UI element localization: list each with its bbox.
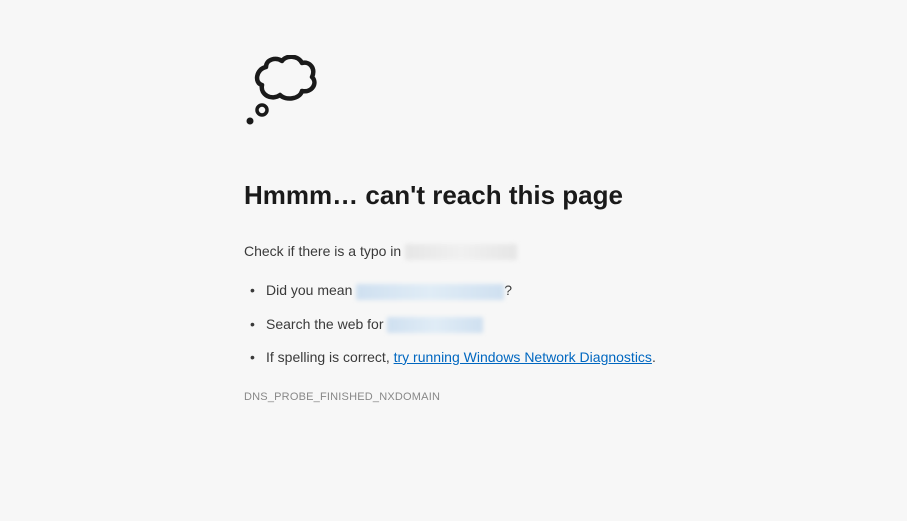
spelling-prefix: If spelling is correct, xyxy=(266,349,394,365)
mean-prefix: Did you mean xyxy=(266,282,356,298)
network-diagnostics-link[interactable]: try running Windows Network Diagnostics xyxy=(394,349,652,365)
mean-suffix: ? xyxy=(504,282,512,298)
error-code: DNS_PROBE_FINISHED_NXDOMAIN xyxy=(244,391,744,403)
list-item-diagnostics: If spelling is correct, try running Wind… xyxy=(244,349,744,365)
subtitle: Check if there is a typo in xyxy=(244,243,744,260)
list-item-search-web: Search the web for xyxy=(244,316,744,333)
list-item-did-you-mean: Did you mean ? xyxy=(244,282,744,299)
subtitle-prefix: Check if there is a typo in xyxy=(244,243,405,259)
search-prefix: Search the web for xyxy=(266,316,387,332)
redacted-suggestion-link[interactable] xyxy=(356,284,504,300)
redacted-domain xyxy=(405,244,517,260)
redacted-search-link[interactable] xyxy=(387,317,483,333)
spelling-suffix: . xyxy=(652,349,656,365)
thought-bubble-icon xyxy=(244,55,744,130)
page-title: Hmmm… can't reach this page xyxy=(244,180,744,211)
